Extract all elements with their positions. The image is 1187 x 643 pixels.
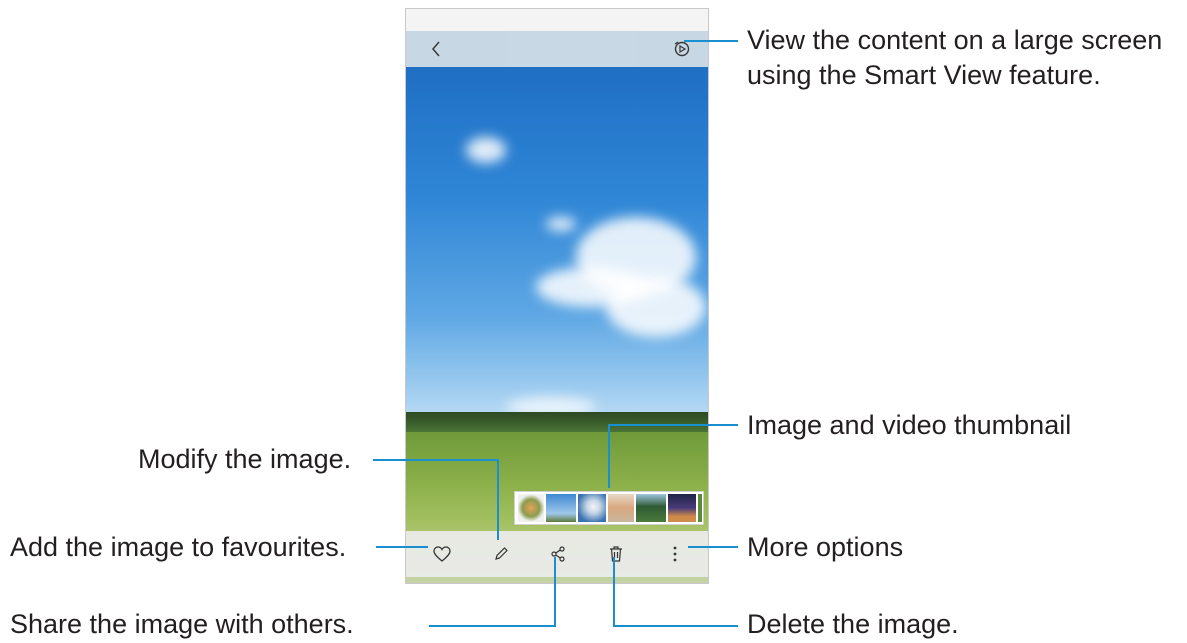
bottom-toolbar [406, 531, 708, 577]
thumbnail-item[interactable] [608, 494, 634, 522]
thumbnail-item[interactable] [636, 494, 666, 522]
thumbnail-item[interactable] [518, 494, 544, 522]
delete-caption: Delete the image. [747, 609, 959, 639]
thumbnail-item[interactable] [698, 494, 702, 522]
modify-callout-line-h [373, 459, 499, 461]
treeline [406, 412, 708, 434]
thumbnail-strip[interactable] [514, 491, 704, 525]
favourites-caption: Add the image to favourites. [10, 532, 347, 562]
back-icon[interactable] [426, 37, 446, 61]
thumbnail-callout-line-h [608, 424, 738, 426]
pencil-icon[interactable] [489, 542, 513, 566]
modify-callout-line-v [497, 459, 499, 540]
trash-icon[interactable] [604, 542, 628, 566]
phone-screen [405, 8, 709, 584]
delete-callout-line-h [613, 625, 738, 627]
thumbnail-callout-line-v [608, 424, 610, 488]
thumbnail-caption: Image and video thumbnail [747, 410, 1072, 440]
share-callout-line-v [554, 557, 556, 627]
share-caption: Share the image with others. [10, 609, 354, 639]
delete-callout-line-v [613, 557, 615, 627]
smart-view-caption-line-1: View the content on a large screen [747, 25, 1163, 55]
thumbnail-item[interactable] [578, 494, 606, 522]
more-vertical-icon[interactable] [663, 542, 687, 566]
smart-view-callout-line [684, 40, 738, 42]
smart-view-caption-line-2: using the Smart View feature. [747, 60, 1101, 90]
thumbnail-item[interactable] [546, 494, 576, 522]
heart-icon[interactable] [430, 542, 454, 566]
more-options-caption: More options [747, 532, 904, 562]
share-callout-line-h [429, 625, 556, 627]
modify-caption: Modify the image. [138, 444, 352, 474]
favourites-callout-line [376, 546, 428, 548]
top-bar [406, 31, 708, 67]
more-callout-line [688, 546, 738, 548]
thumbnail-item[interactable] [668, 494, 696, 522]
share-icon[interactable] [546, 542, 570, 566]
